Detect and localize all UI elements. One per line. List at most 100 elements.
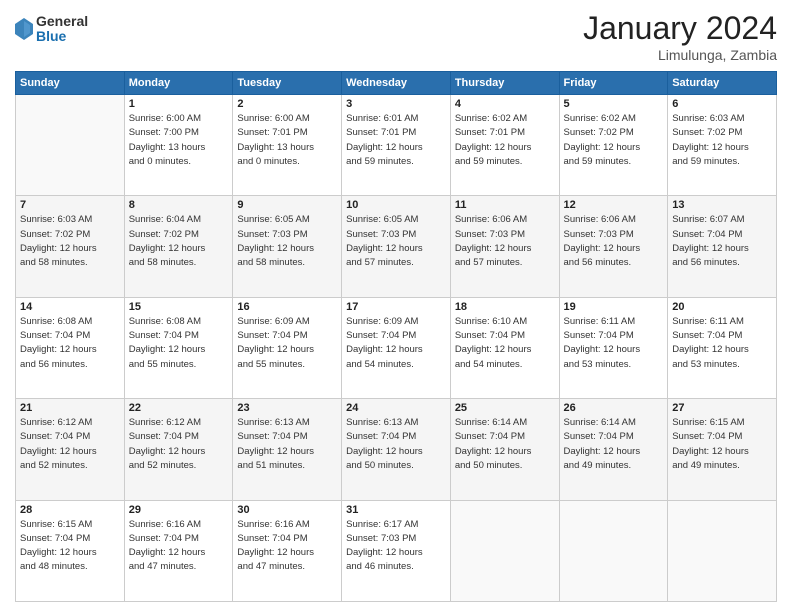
title-block: January 2024 Limulunga, Zambia xyxy=(583,10,777,63)
table-row: 7 Sunrise: 6:03 AMSunset: 7:02 PMDaylight… xyxy=(16,196,125,297)
day-info: Sunrise: 6:03 AMSunset: 7:02 PMDaylight:… xyxy=(20,213,120,270)
table-row: 25Sunrise: 6:14 AMSunset: 7:04 PMDayligh… xyxy=(450,399,559,500)
table-row: 16Sunrise: 6:09 AMSunset: 7:04 PMDayligh… xyxy=(233,297,342,398)
day-info: Sunrise: 6:00 AMSunset: 7:00 PMDaylight:… xyxy=(129,112,229,169)
page: General Blue January 2024 Limulunga, Zam… xyxy=(0,0,792,612)
calendar-week-row: 1Sunrise: 6:00 AMSunset: 7:00 PMDaylight… xyxy=(16,95,777,196)
day-info: Sunrise: 6:02 AMSunset: 7:01 PMDaylight:… xyxy=(455,112,555,169)
logo-blue-text: Blue xyxy=(36,29,88,44)
header-sunday: Sunday xyxy=(16,72,125,95)
day-number: 14 xyxy=(20,301,120,313)
table-row: 21Sunrise: 6:12 AMSunset: 7:04 PMDayligh… xyxy=(16,399,125,500)
table-row: 5 Sunrise: 6:02 AMSunset: 7:02 PMDaylight… xyxy=(559,95,668,196)
header: General Blue January 2024 Limulunga, Zam… xyxy=(15,10,777,63)
day-number: 30 xyxy=(237,504,337,516)
location: Limulunga, Zambia xyxy=(583,47,777,63)
table-row: 1Sunrise: 6:00 AMSunset: 7:00 PMDaylight… xyxy=(124,95,233,196)
table-row: 23 Sunrise: 6:13 AMSunset: 7:04 PMDayligh… xyxy=(233,399,342,500)
day-number: 23 xyxy=(237,402,337,414)
day-number: 20 xyxy=(672,301,772,313)
day-info: Sunrise: 6:01 AMSunset: 7:01 PMDaylight:… xyxy=(346,112,446,169)
day-info: Sunrise: 6:00 AMSunset: 7:01 PMDaylight:… xyxy=(237,112,337,169)
table-row: 13 Sunrise: 6:07 AMSunset: 7:04 PMDayligh… xyxy=(668,196,777,297)
day-number: 27 xyxy=(672,402,772,414)
day-info: Sunrise: 6:16 AMSunset: 7:04 PMDaylight:… xyxy=(129,518,229,575)
table-row: 29 Sunrise: 6:16 AMSunset: 7:04 PMDayligh… xyxy=(124,500,233,601)
header-wednesday: Wednesday xyxy=(342,72,451,95)
table-row: 22 Sunrise: 6:12 AMSunset: 7:04 PMDayligh… xyxy=(124,399,233,500)
table-row: 31 Sunrise: 6:17 AMSunset: 7:03 PMDayligh… xyxy=(342,500,451,601)
day-info: Sunrise: 6:13 AMSunset: 7:04 PMDaylight:… xyxy=(237,416,337,473)
day-info: Sunrise: 6:13 AMSunset: 7:04 PMDaylight:… xyxy=(346,416,446,473)
day-number: 12 xyxy=(564,199,664,211)
calendar-table: Sunday Monday Tuesday Wednesday Thursday… xyxy=(15,71,777,602)
day-info: Sunrise: 6:05 AMSunset: 7:03 PMDaylight:… xyxy=(237,213,337,270)
header-saturday: Saturday xyxy=(668,72,777,95)
table-row: 20 Sunrise: 6:11 AMSunset: 7:04 PMDayligh… xyxy=(668,297,777,398)
day-number: 5 xyxy=(564,98,664,110)
day-info: Sunrise: 6:09 AMSunset: 7:04 PMDaylight:… xyxy=(346,315,446,372)
calendar-week-row: 21 Sunrise: 6:12 AMSunset: 7:04 PMDayligh… xyxy=(16,399,777,500)
table-row: 17Sunrise: 6:09 AMSunset: 7:04 PMDayligh… xyxy=(342,297,451,398)
day-info: Sunrise: 6:08 AMSunset: 7:04 PMDaylight:… xyxy=(20,315,120,372)
day-info: Sunrise: 6:06 AMSunset: 7:03 PMDaylight:… xyxy=(455,213,555,270)
day-number: 10 xyxy=(346,199,446,211)
logo-text: General Blue xyxy=(36,14,88,45)
header-thursday: Thursday xyxy=(450,72,559,95)
table-row: 15 Sunrise: 6:08 AMSunset: 7:04 PMDayligh… xyxy=(124,297,233,398)
day-number: 11 xyxy=(455,199,555,211)
table-row: 11 Sunrise: 6:06 AMSunset: 7:03 PMDayligh… xyxy=(450,196,559,297)
day-info: Sunrise: 6:15 AMSunset: 7:04 PMDaylight:… xyxy=(672,416,772,473)
day-info: Sunrise: 6:12 AMSunset: 7:04 PMDaylight:… xyxy=(129,416,229,473)
day-number: 4 xyxy=(455,98,555,110)
table-row: 19 Sunrise: 6:11 AMSunset: 7:04 PMDayligh… xyxy=(559,297,668,398)
day-info: Sunrise: 6:09 AMSunset: 7:04 PMDaylight:… xyxy=(237,315,337,372)
table-row: 3 Sunrise: 6:01 AMSunset: 7:01 PMDaylight… xyxy=(342,95,451,196)
table-row: 26Sunrise: 6:14 AMSunset: 7:04 PMDayligh… xyxy=(559,399,668,500)
day-number: 3 xyxy=(346,98,446,110)
day-info: Sunrise: 6:06 AMSunset: 7:03 PMDaylight:… xyxy=(564,213,664,270)
day-number: 2 xyxy=(237,98,337,110)
day-number: 19 xyxy=(564,301,664,313)
day-number: 21 xyxy=(20,402,120,414)
day-info: Sunrise: 6:15 AMSunset: 7:04 PMDaylight:… xyxy=(20,518,120,575)
logo: General Blue xyxy=(15,14,88,45)
header-friday: Friday xyxy=(559,72,668,95)
day-info: Sunrise: 6:04 AMSunset: 7:02 PMDaylight:… xyxy=(129,213,229,270)
day-info: Sunrise: 6:14 AMSunset: 7:04 PMDaylight:… xyxy=(564,416,664,473)
table-row xyxy=(559,500,668,601)
table-row: 9 Sunrise: 6:05 AMSunset: 7:03 PMDaylight… xyxy=(233,196,342,297)
day-number: 13 xyxy=(672,199,772,211)
table-row: 28Sunrise: 6:15 AMSunset: 7:04 PMDayligh… xyxy=(16,500,125,601)
day-number: 7 xyxy=(20,199,120,211)
calendar-week-row: 14 Sunrise: 6:08 AMSunset: 7:04 PMDayligh… xyxy=(16,297,777,398)
day-number: 18 xyxy=(455,301,555,313)
day-info: Sunrise: 6:14 AMSunset: 7:04 PMDaylight:… xyxy=(455,416,555,473)
table-row: 8 Sunrise: 6:04 AMSunset: 7:02 PMDaylight… xyxy=(124,196,233,297)
header-tuesday: Tuesday xyxy=(233,72,342,95)
header-monday: Monday xyxy=(124,72,233,95)
day-number: 6 xyxy=(672,98,772,110)
table-row: 2 Sunrise: 6:00 AMSunset: 7:01 PMDaylight… xyxy=(233,95,342,196)
day-number: 31 xyxy=(346,504,446,516)
day-info: Sunrise: 6:08 AMSunset: 7:04 PMDaylight:… xyxy=(129,315,229,372)
day-number: 29 xyxy=(129,504,229,516)
day-info: Sunrise: 6:11 AMSunset: 7:04 PMDaylight:… xyxy=(564,315,664,372)
calendar-week-row: 7 Sunrise: 6:03 AMSunset: 7:02 PMDaylight… xyxy=(16,196,777,297)
table-row: 10Sunrise: 6:05 AMSunset: 7:03 PMDayligh… xyxy=(342,196,451,297)
day-number: 9 xyxy=(237,199,337,211)
table-row xyxy=(450,500,559,601)
table-row: 27 Sunrise: 6:15 AMSunset: 7:04 PMDayligh… xyxy=(668,399,777,500)
day-number: 22 xyxy=(129,402,229,414)
table-row: 4 Sunrise: 6:02 AMSunset: 7:01 PMDaylight… xyxy=(450,95,559,196)
day-info: Sunrise: 6:16 AMSunset: 7:04 PMDaylight:… xyxy=(237,518,337,575)
day-info: Sunrise: 6:11 AMSunset: 7:04 PMDaylight:… xyxy=(672,315,772,372)
day-info: Sunrise: 6:02 AMSunset: 7:02 PMDaylight:… xyxy=(564,112,664,169)
table-row: 18Sunrise: 6:10 AMSunset: 7:04 PMDayligh… xyxy=(450,297,559,398)
day-number: 8 xyxy=(129,199,229,211)
table-row: 6Sunrise: 6:03 AMSunset: 7:02 PMDaylight… xyxy=(668,95,777,196)
day-info: Sunrise: 6:17 AMSunset: 7:03 PMDaylight:… xyxy=(346,518,446,575)
table-row xyxy=(16,95,125,196)
day-info: Sunrise: 6:07 AMSunset: 7:04 PMDaylight:… xyxy=(672,213,772,270)
day-number: 15 xyxy=(129,301,229,313)
